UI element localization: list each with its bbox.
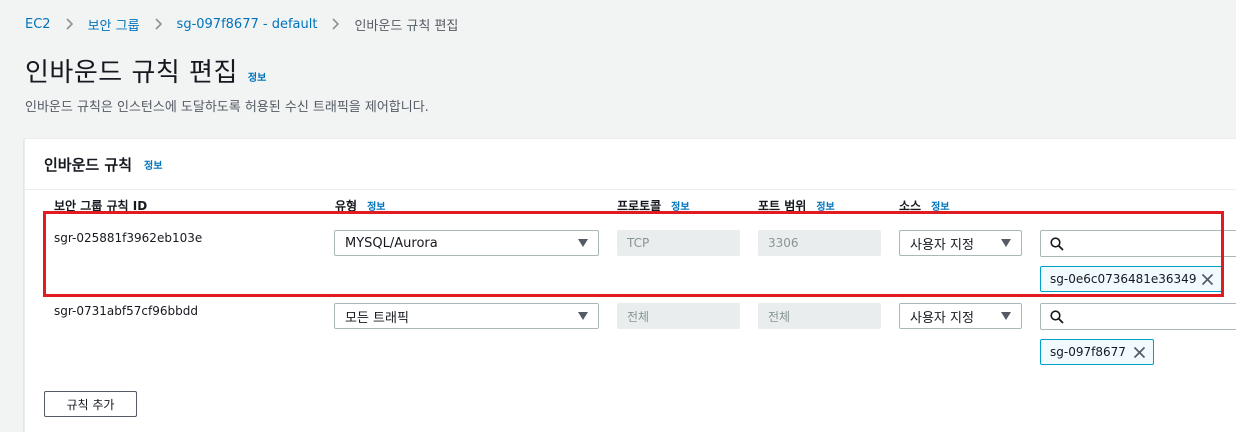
column-header-source: 소스 정보 xyxy=(899,197,950,214)
source-type-value: 사용자 지정 xyxy=(910,310,974,326)
port-range-info-link[interactable]: 정보 xyxy=(816,198,834,213)
page-header: 인바운드 규칙 편집 정보 xyxy=(25,52,266,89)
column-label: 보안 그룹 규칙 ID xyxy=(54,199,148,213)
caret-down-icon xyxy=(578,239,588,247)
chevron-right-icon xyxy=(331,17,340,31)
search-icon xyxy=(1050,310,1064,324)
panel-header: 인바운드 규칙 정보 xyxy=(25,139,1236,190)
caret-down-icon xyxy=(578,312,588,320)
source-token-label: sg-0e6c0736481e36349 xyxy=(1050,272,1197,286)
source-info-link[interactable]: 정보 xyxy=(931,198,949,213)
port-range-field: 전체 xyxy=(758,303,881,329)
column-header-protocol: 프로토콜 정보 xyxy=(617,197,690,214)
protocol-field: 전체 xyxy=(617,303,740,329)
port-range-value: 3306 xyxy=(768,236,799,250)
column-label: 유형 xyxy=(335,199,358,213)
close-icon[interactable] xyxy=(1133,346,1146,359)
breadcrumb-current: 인바운드 규칙 편집 xyxy=(354,18,459,34)
source-search-input[interactable] xyxy=(1040,303,1236,330)
column-header-rule-id: 보안 그룹 규칙 ID xyxy=(54,197,147,214)
type-select[interactable]: 모든 트래픽 xyxy=(334,303,599,329)
source-search-input[interactable] xyxy=(1040,230,1236,257)
breadcrumb-ec2[interactable]: EC2 xyxy=(25,17,51,32)
panel-title: 인바운드 규칙 xyxy=(44,155,133,174)
port-range-field: 3306 xyxy=(758,230,881,256)
search-icon xyxy=(1050,237,1064,251)
panel-info-link[interactable]: 정보 xyxy=(144,157,162,172)
close-icon[interactable] xyxy=(1201,273,1214,286)
source-type-value: 사용자 지정 xyxy=(910,237,974,253)
source-token: sg-0e6c0736481e36349 xyxy=(1040,266,1222,292)
page-description: 인바운드 규칙은 인스턴스에 도달하도록 허용된 수신 트래픽을 제어합니다. xyxy=(25,100,429,115)
column-label: 소스 xyxy=(899,199,922,213)
type-select-value: 모든 트래픽 xyxy=(345,310,409,326)
column-header-port-range: 포트 범위 정보 xyxy=(758,197,835,214)
column-header-type: 유형 정보 xyxy=(335,197,386,214)
breadcrumb: EC2 보안 그룹 sg-097f8677 - default 인바운드 규칙 … xyxy=(25,15,459,34)
protocol-value: 전체 xyxy=(627,309,650,324)
source-token: sg-097f8677 xyxy=(1040,339,1154,365)
inbound-rules-panel: 인바운드 규칙 정보 보안 그룹 규칙 ID 유형 정보 프로토콜 정보 포트 … xyxy=(24,138,1236,432)
caret-down-icon xyxy=(1001,312,1011,320)
column-label: 포트 범위 xyxy=(758,199,807,213)
page-info-link[interactable]: 정보 xyxy=(248,69,266,84)
type-select-value: MYSQL/Aurora xyxy=(345,235,438,251)
protocol-field: TCP xyxy=(617,230,740,256)
breadcrumb-security-groups[interactable]: 보안 그룹 xyxy=(88,15,140,34)
rule-id: sgr-025881f3962eb103e xyxy=(54,231,203,245)
protocol-info-link[interactable]: 정보 xyxy=(671,198,689,213)
source-type-select[interactable]: 사용자 지정 xyxy=(899,230,1022,256)
type-select[interactable]: MYSQL/Aurora xyxy=(334,230,599,256)
caret-down-icon xyxy=(1001,239,1011,247)
source-token-label: sg-097f8677 xyxy=(1050,345,1126,359)
column-label: 프로토콜 xyxy=(617,199,662,213)
page-title: 인바운드 규칙 편집 xyxy=(25,58,238,88)
type-info-link[interactable]: 정보 xyxy=(367,198,385,213)
port-range-value: 전체 xyxy=(768,309,791,324)
source-type-select[interactable]: 사용자 지정 xyxy=(899,303,1022,329)
chevron-right-icon xyxy=(65,17,74,31)
protocol-value: TCP xyxy=(627,236,650,250)
add-rule-button[interactable]: 규칙 추가 xyxy=(44,391,137,417)
rule-id: sgr-0731abf57cf96bbdd xyxy=(54,304,198,318)
chevron-right-icon xyxy=(154,17,163,31)
breadcrumb-security-group[interactable]: sg-097f8677 - default xyxy=(177,17,318,32)
